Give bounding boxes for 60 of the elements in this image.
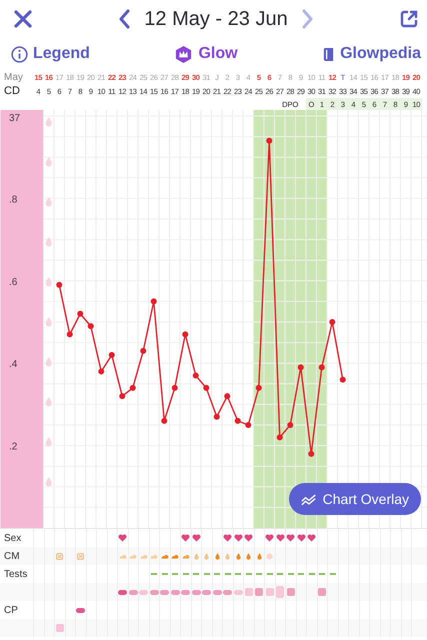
header-link[interactable]: Glowpedia	[322, 45, 421, 63]
temperature-point	[340, 376, 346, 383]
temperature-point	[266, 138, 272, 144]
temperature-point	[308, 450, 314, 457]
close-icon[interactable]	[13, 9, 33, 29]
temperature-point	[318, 364, 325, 370]
share-icon[interactable]	[398, 9, 419, 29]
track-label: Tests	[3, 568, 28, 580]
square-mark	[276, 586, 284, 598]
temperature-point	[150, 298, 157, 304]
axis-label: .2	[9, 442, 18, 453]
axis-label: .4	[9, 359, 18, 370]
temperature-point	[56, 282, 62, 288]
square-mark	[286, 588, 295, 596]
header-link[interactable]: Legend	[11, 45, 90, 63]
temperature-point	[161, 418, 168, 424]
temperature-point	[192, 372, 199, 379]
temperature-point	[66, 331, 73, 338]
temperature-point	[77, 310, 84, 317]
temperature-point	[329, 319, 336, 325]
temperature-point	[287, 422, 294, 428]
info-icon	[11, 46, 28, 62]
circle-icon	[266, 552, 274, 560]
book-icon	[322, 46, 336, 62]
temperature-point	[182, 331, 188, 338]
temperature-point	[234, 418, 241, 424]
month-label: May	[3, 72, 24, 82]
temperature-point	[298, 364, 304, 370]
crossed-square-icon	[56, 552, 64, 560]
crown-icon	[174, 44, 194, 64]
temperature-point	[224, 393, 230, 400]
header-link[interactable]: Glow	[174, 44, 238, 64]
axis-label: .6	[9, 276, 18, 288]
temperature-point	[130, 384, 136, 391]
temperature-point	[203, 384, 210, 391]
pill-mark	[76, 608, 86, 612]
cycle-day-label: CD	[3, 85, 21, 97]
axis-label: 37	[9, 113, 20, 124]
square-mark	[56, 624, 64, 632]
temperature-point	[276, 434, 283, 440]
temperature-point	[140, 348, 146, 354]
temperature-point	[108, 352, 115, 358]
temperature-point	[98, 368, 104, 374]
previous-icon[interactable]	[118, 9, 130, 29]
chart-overlay-button[interactable]: Chart Overlay	[288, 483, 421, 515]
axis-label: .8	[9, 194, 18, 206]
track-label: CM	[3, 550, 21, 562]
temperature-point	[256, 384, 262, 391]
temperature-point	[119, 393, 126, 400]
heart-icon	[118, 534, 128, 542]
temperature-point	[172, 384, 178, 391]
temperature-point	[245, 422, 252, 428]
temperature-point	[214, 414, 220, 420]
crossed-square-icon	[77, 552, 84, 560]
square-mark	[318, 588, 326, 596]
date-range: 12 May - 23 Jun	[144, 8, 288, 30]
chart-icon	[300, 492, 317, 506]
temperature-point	[88, 323, 94, 330]
track-label: Sex	[3, 532, 22, 544]
track-label: CP	[3, 604, 19, 616]
